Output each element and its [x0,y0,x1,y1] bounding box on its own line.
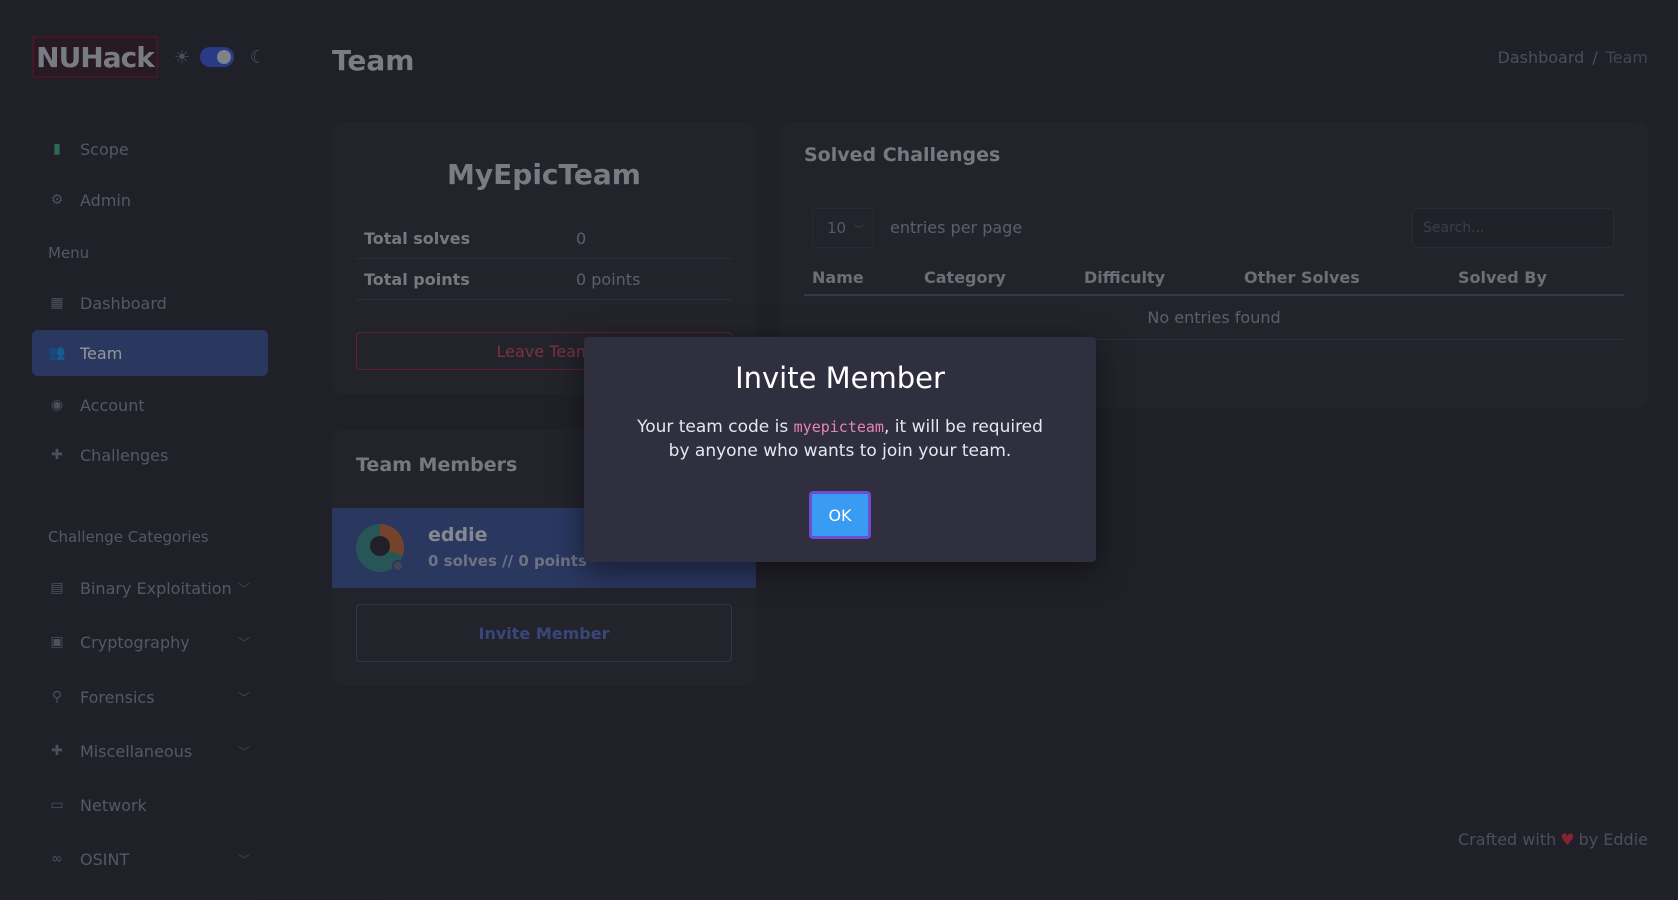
team-code: myepicteam [793,418,884,436]
invite-member-modal: Invite Member Your team code is myepicte… [584,337,1096,562]
ok-button[interactable]: OK [809,491,871,539]
modal-text-before: Your team code is [637,417,794,437]
modal-title: Invite Member [735,361,945,395]
modal-body: Your team code is myepicteam, it will be… [624,415,1056,463]
